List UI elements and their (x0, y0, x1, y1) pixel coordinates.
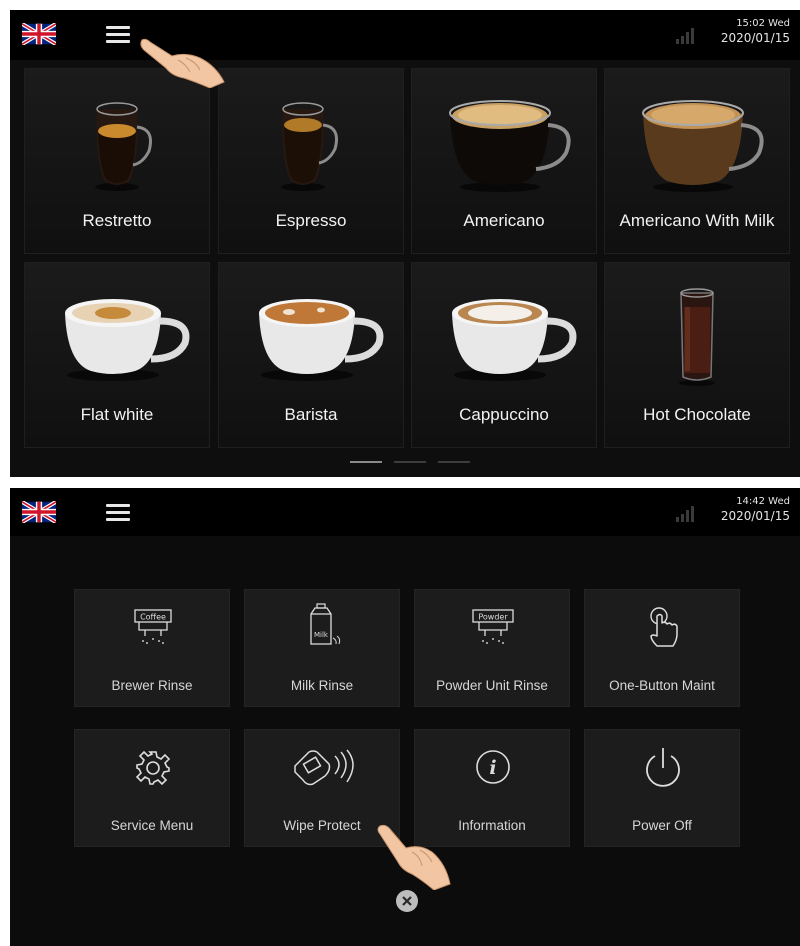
drink-label: Barista (284, 405, 338, 424)
brewer-rinse-button[interactable]: Coffee Brewer Rinse (74, 589, 230, 707)
drink-tile-americano[interactable]: Americano (411, 68, 597, 254)
drink-tile-flat-white[interactable]: Flat white (24, 262, 210, 448)
page-indicator-1[interactable] (350, 461, 382, 463)
signal-icon (676, 506, 696, 522)
espresso-cup-icon (281, 102, 338, 191)
drink-tile-espresso[interactable]: Espresso (218, 68, 404, 254)
uk-flag-icon[interactable] (22, 23, 56, 45)
flat-white-cup-icon (65, 299, 190, 381)
pointing-hand-icon (140, 38, 225, 88)
status-bar: 15:02 Wed 2020/01/15 (10, 10, 800, 60)
drink-tile-barista[interactable]: Barista (218, 262, 404, 448)
clock: 14:42 Wed 2020/01/15 (721, 495, 790, 524)
menu-item-label: Milk Rinse (290, 678, 354, 693)
maintenance-menu-screen: 14:42 Wed 2020/01/15 Coffee Brewer Rinse… (10, 488, 800, 946)
icon-text: Milk (314, 631, 329, 639)
drink-tile-cappuccino[interactable]: Cappuccino (411, 262, 597, 448)
gear-icon (135, 750, 171, 786)
milk-rinse-button[interactable]: Milk Milk Rinse (244, 589, 400, 707)
signal-icon (676, 28, 696, 44)
drink-label: Americano With Milk (619, 211, 775, 230)
time-text: 15:02 Wed (736, 18, 790, 29)
power-icon (646, 748, 680, 787)
drink-label: Americano (463, 211, 545, 230)
drink-label: Cappuccino (459, 405, 549, 424)
americano-with-milk-cup-icon (642, 100, 764, 192)
hamburger-menu-icon[interactable] (106, 24, 130, 44)
touch-hand-icon (650, 607, 678, 647)
close-icon (402, 896, 412, 906)
clock: 15:02 Wed 2020/01/15 (721, 17, 790, 46)
close-button[interactable] (396, 890, 418, 912)
powder-unit-rinse-icon: Powder (472, 609, 514, 644)
info-icon: i (476, 750, 510, 784)
wipe-hand-icon (294, 749, 354, 786)
power-off-button[interactable]: Power Off (584, 729, 740, 847)
barista-cup-icon (259, 299, 384, 381)
drink-label: Espresso (275, 211, 347, 230)
restretto-cup-icon (95, 102, 152, 191)
menu-item-label: Service Menu (110, 818, 194, 833)
cappuccino-cup-icon (452, 299, 577, 381)
icon-text: i (489, 757, 496, 779)
americano-cup-icon (449, 100, 571, 192)
milk-rinse-icon: Milk (310, 603, 341, 645)
uk-flag-icon[interactable] (22, 501, 56, 523)
menu-item-label: Brewer Rinse (111, 678, 193, 693)
one-button-maint-button[interactable]: One-Button Maint (584, 589, 740, 707)
status-bar: 14:42 Wed 2020/01/15 (10, 488, 800, 536)
drink-tile-americano-with-milk[interactable]: Americano With Milk (604, 68, 790, 254)
drink-selection-screen: 15:02 Wed 2020/01/15 Restretto Espresso (10, 10, 800, 477)
drink-label: Restretto (82, 211, 152, 230)
powder-unit-rinse-button[interactable]: Powder Powder Unit Rinse (414, 589, 570, 707)
brewer-rinse-icon: Coffee (134, 609, 172, 644)
page-indicator-3[interactable] (438, 461, 470, 463)
drink-tile-hot-chocolate[interactable]: Hot Chocolate (604, 262, 790, 448)
drink-label: Flat white (80, 405, 154, 424)
pointing-hand-icon (377, 824, 451, 890)
menu-item-label: Powder Unit Rinse (436, 678, 548, 693)
icon-text: Powder (478, 613, 508, 622)
hamburger-menu-icon[interactable] (106, 502, 130, 522)
page-indicator-2[interactable] (394, 461, 426, 463)
menu-item-label: Power Off (632, 818, 692, 833)
time-text: 14:42 Wed (736, 496, 790, 507)
service-menu-button[interactable]: Service Menu (74, 729, 230, 847)
drink-tile-restretto[interactable]: Restretto (24, 68, 210, 254)
date-text: 2020/01/15 (720, 509, 790, 523)
menu-item-label: One-Button Maint (609, 678, 715, 693)
icon-text: Coffee (140, 613, 166, 622)
hot-chocolate-glass-icon (679, 288, 715, 386)
date-text: 2020/01/15 (720, 31, 790, 45)
drink-label: Hot Chocolate (643, 405, 751, 424)
